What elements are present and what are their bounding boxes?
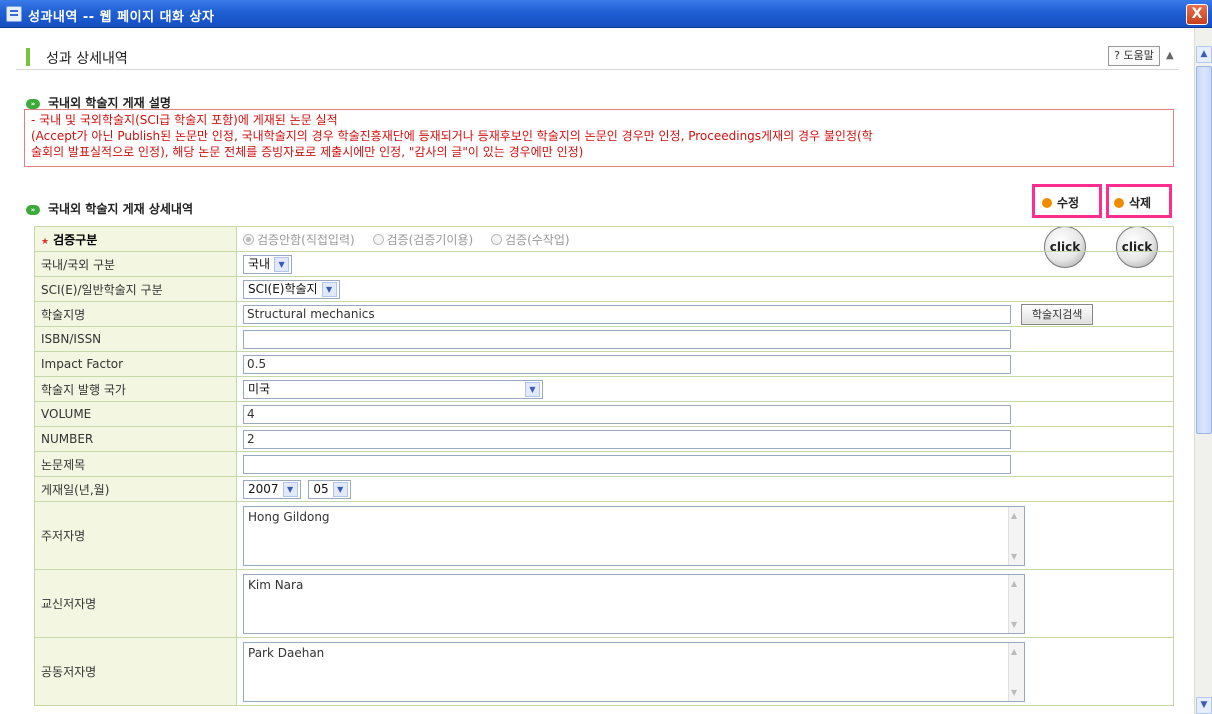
label-sci: SCI(E)/일반학술지 구분 (34, 276, 237, 302)
journal-detail-form: ★ 검증구분 검증안함(직접입력) 검증(검증기이용) 검증(수작업) 국내/국외… (34, 226, 1174, 706)
volume-input[interactable]: 4 (243, 404, 1011, 424)
main-author-textarea[interactable]: Hong Gildong ▲ ▼ (243, 505, 1025, 566)
delete-label: 삭제 (1129, 196, 1152, 210)
window-title: 성과내역 -- 웹 페이지 대화 상자 (28, 10, 215, 25)
label-paper-title: 논문제목 (34, 451, 237, 477)
label-impact: Impact Factor (34, 351, 237, 377)
form-row-domestic: 국내/국외 구분 국내 ▼ (34, 251, 1174, 277)
window-icon (6, 6, 22, 22)
textarea-scrollbar[interactable]: ▲ ▼ (1008, 506, 1024, 565)
page-title: 성과 상세내역 (46, 51, 128, 67)
required-star-icon: ★ (41, 236, 50, 247)
number-input[interactable]: 2 (243, 429, 1011, 449)
label-verify: ★ 검증구분 (34, 226, 237, 252)
scroll-up-icon[interactable]: ▲ (1196, 46, 1212, 63)
verify-options: 검증안함(직접입력) 검증(검증기이용) 검증(수작업) (236, 226, 1174, 252)
page-header: 성과 상세내역 ? 도움말 ▲ (16, 44, 1178, 70)
domestic-select[interactable]: 국내 ▼ (243, 254, 293, 274)
verify-option-label: 검증(검증기이용) (386, 232, 474, 247)
form-row-volume: VOLUME 4 (34, 401, 1174, 427)
verify-radio-tool[interactable] (372, 233, 384, 245)
detail-heading: » 국내외 학술지 게재 상세내역 (26, 200, 193, 217)
form-row-number: NUMBER 2 (34, 426, 1174, 452)
form-row-paper-title: 논문제목 (34, 451, 1174, 477)
description-line: - 국내 및 국외학술지(SCI급 학술지 포함)에 게재된 논문 실적 (31, 113, 338, 127)
close-button[interactable]: X (1186, 4, 1208, 25)
form-row-isbn: ISBN/ISSN (34, 326, 1174, 352)
country-select[interactable]: 미국 ▼ (243, 379, 543, 399)
isbn-input[interactable] (243, 329, 1011, 349)
verify-radio-direct[interactable] (243, 233, 254, 245)
label-main-author: 주저자명 (34, 501, 237, 570)
scroll-down-icon[interactable]: ▼ (1196, 697, 1212, 714)
textarea-scrollbar[interactable]: ▲ ▼ (1008, 574, 1024, 633)
chevron-down-icon: ▼ (282, 481, 298, 497)
label-volume: VOLUME (34, 401, 237, 427)
chevron-down-icon: ▼ (274, 256, 290, 272)
form-row-co-author: 공동저자명 Park Daehan ▲ ▼ (34, 637, 1174, 706)
edit-button[interactable]: 수정 (1042, 194, 1079, 211)
label-domestic: 국내/국외 구분 (34, 251, 237, 277)
label-number: NUMBER (34, 426, 237, 452)
form-row-impact: Impact Factor 0.5 (34, 351, 1174, 377)
journal-name-input[interactable]: Structural mechanics (243, 304, 1011, 324)
help-button[interactable]: ? 도움말 (1108, 46, 1160, 66)
delete-button[interactable]: 삭제 (1114, 194, 1151, 211)
verify-option-label: 검증안함(직접입력) (257, 232, 355, 247)
form-row-journal: 학술지명 Structural mechanics 학술지검색 (34, 301, 1174, 327)
year-select[interactable]: 2007 ▼ (243, 479, 301, 499)
impact-factor-input[interactable]: 0.5 (243, 354, 1011, 374)
description-box: - 국내 및 국외학술지(SCI급 학술지 포함)에 게재된 논문 실적 (Ac… (24, 109, 1174, 167)
verify-radio-manual[interactable] (491, 233, 502, 245)
label-corr-author: 교신저자명 (34, 569, 237, 638)
chevron-down-icon: ▼ (321, 281, 337, 297)
textarea-scrollbar[interactable]: ▲ ▼ (1008, 642, 1024, 701)
section-bullet-icon: » (26, 98, 40, 109)
dialog-content: 성과 상세내역 ? 도움말 ▲ » 국내외 학술지 게재 설명 - 국내 및 국외… (0, 28, 1194, 714)
window-scrollbar[interactable]: ▲ ▼ (1194, 28, 1212, 714)
detail-title: 국내외 학술지 게재 상세내역 (48, 202, 194, 216)
month-select[interactable]: 05 ▼ (308, 479, 351, 499)
label-journal: 학술지명 (34, 301, 237, 327)
chevron-down-icon: ▼ (525, 381, 540, 397)
corr-author-textarea[interactable]: Kim Nara ▲ ▼ (243, 573, 1025, 634)
form-row-main-author: 주저자명 Hong Gildong ▲ ▼ (34, 501, 1174, 570)
delete-bullet-icon (1114, 198, 1124, 208)
sci-select[interactable]: SCI(E)학술지 ▼ (243, 279, 340, 299)
header-accent-bar (26, 48, 30, 66)
label-country: 학술지 발행 국가 (34, 376, 237, 402)
co-author-textarea[interactable]: Park Daehan ▲ ▼ (243, 641, 1025, 702)
form-row-pub-date: 게재일(년,월) 2007 ▼ 05 ▼ (34, 476, 1174, 502)
journal-search-button[interactable]: 학술지검색 (1020, 303, 1094, 325)
form-row-country: 학술지 발행 국가 미국 ▼ (34, 376, 1174, 402)
label-co-author: 공동저자명 (34, 637, 237, 706)
form-row-verify: ★ 검증구분 검증안함(직접입력) 검증(검증기이용) 검증(수작업) (34, 226, 1174, 252)
edit-bullet-icon (1042, 198, 1052, 208)
edit-label: 수정 (1057, 196, 1080, 210)
chevron-down-icon: ▼ (332, 481, 348, 497)
paper-title-input[interactable] (243, 454, 1011, 474)
label-pub-date: 게재일(년,월) (34, 476, 237, 502)
description-line: (Accept가 아닌 Publish된 논문만 인정, 국내학술지의 경우 학… (31, 129, 873, 143)
section-bullet-icon: » (26, 204, 40, 215)
scroll-up-arrow-icon: ▲ (1166, 50, 1174, 61)
form-row-sci: SCI(E)/일반학술지 구분 SCI(E)학술지 ▼ (34, 276, 1174, 302)
label-isbn: ISBN/ISSN (34, 326, 237, 352)
form-row-corr-author: 교신저자명 Kim Nara ▲ ▼ (34, 569, 1174, 638)
window-title-bar: 성과내역 -- 웹 페이지 대화 상자 X (0, 0, 1212, 28)
verify-option-label: 검증(수작업) (505, 232, 570, 247)
scroll-thumb[interactable] (1196, 66, 1212, 434)
description-title: 국내외 학술지 게재 설명 (48, 96, 171, 110)
description-line: 술회의 발표실적으로 인정), 해당 논문 전체를 증빙자료로 제출시에만 인정… (31, 145, 584, 159)
